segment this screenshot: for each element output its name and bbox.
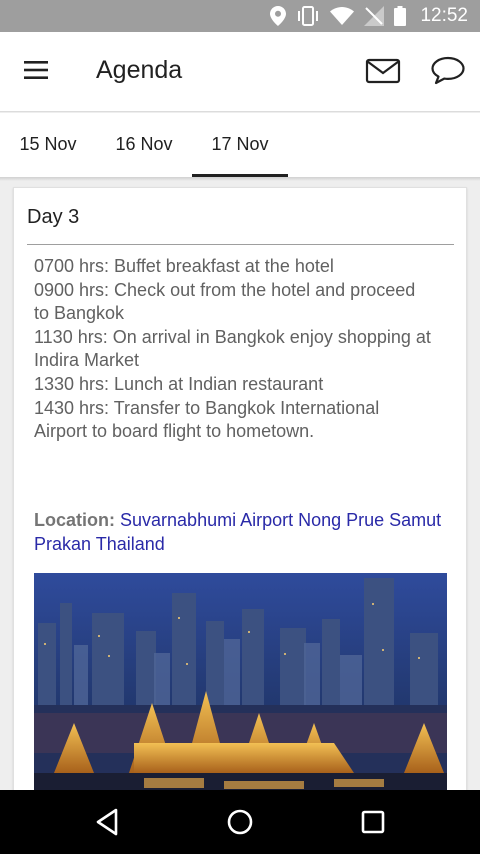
home-icon[interactable] xyxy=(222,804,258,840)
back-icon[interactable] xyxy=(90,804,126,840)
battery-icon xyxy=(394,6,407,26)
no-signal-icon xyxy=(364,6,385,26)
vibrate-icon xyxy=(296,6,320,26)
location-info: Location: Suvarnabhumi Airport Nong Prue… xyxy=(34,509,444,556)
schedule-item: 1430 hrs: Transfer to Bangkok Internatio… xyxy=(34,397,380,442)
recents-icon[interactable] xyxy=(355,804,391,840)
schedule-list: 0700 hrs: Buffet breakfast at the hotel … xyxy=(34,255,434,444)
status-icons: 12:52 xyxy=(270,0,468,32)
tabs-shadow xyxy=(0,177,480,181)
schedule-item: 1130 hrs: On arrival in Bangkok enjoy sh… xyxy=(34,326,431,371)
tab-17-nov[interactable]: 17 Nov xyxy=(192,113,288,177)
status-time: 12:52 xyxy=(420,5,468,26)
status-bar: 12:52 xyxy=(0,0,480,32)
page-title: Agenda xyxy=(96,56,183,84)
schedule-item: 1330 hrs: Lunch at Indian restaurant xyxy=(34,373,324,394)
wifi-icon xyxy=(330,7,355,25)
bangkok-palace-photo xyxy=(34,573,447,806)
agenda-card: Day 3 0700 hrs: Buffet breakfast at the … xyxy=(13,187,467,807)
location-label: Location: xyxy=(34,510,115,530)
chat-icon[interactable] xyxy=(428,52,468,88)
schedule-item: 0900 hrs: Check out from the hotel and p… xyxy=(34,279,416,324)
day-divider xyxy=(27,244,454,245)
schedule-item: 0700 hrs: Buffet breakfast at the hotel xyxy=(34,256,334,276)
mail-icon[interactable] xyxy=(364,54,402,88)
tab-17-nov-label: 17 Nov xyxy=(211,134,269,154)
day-title: Day 3 xyxy=(27,206,80,228)
navigation-bar xyxy=(0,790,480,854)
location-icon xyxy=(270,6,287,26)
tab-16-nov[interactable]: 16 Nov xyxy=(96,113,192,177)
tab-15-nov[interactable]: 15 Nov xyxy=(0,113,96,177)
date-tabs: 15 Nov 16 Nov 17 Nov xyxy=(0,113,480,177)
app-bar: Agenda xyxy=(0,32,480,112)
menu-icon[interactable] xyxy=(22,58,52,82)
